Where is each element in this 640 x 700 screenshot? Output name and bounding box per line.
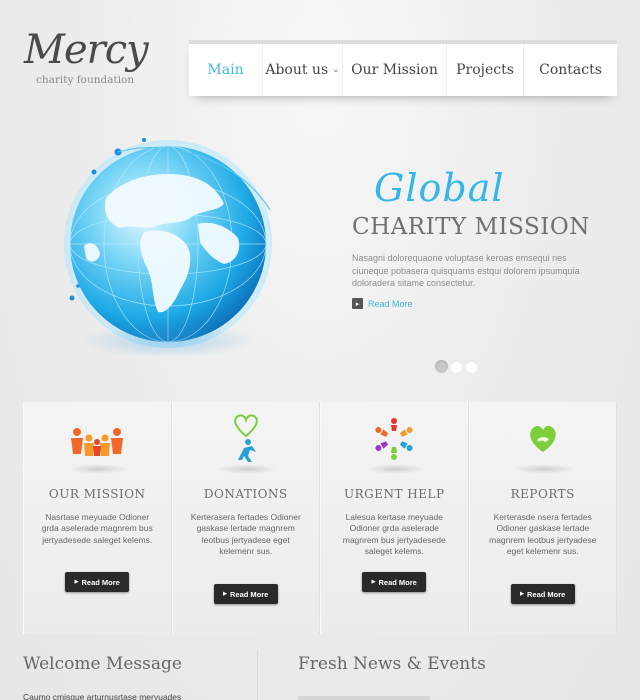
feature-cards: OUR MISSION Nasrtase meyuade Odioner grd… (23, 402, 617, 634)
nav-label: Projects (456, 62, 514, 78)
card-text: Lalesua kertase meyuade Odioner grda ase… (342, 512, 446, 556)
nav-label: Contacts (539, 62, 602, 78)
icon-shadow (68, 464, 128, 474)
button-label: Read More (378, 577, 417, 587)
arrow-right-icon: ▶ (520, 591, 524, 597)
community-circle-icon (321, 414, 468, 464)
button-label: Read More (527, 589, 566, 599)
card-title: DONATIONS (203, 487, 288, 501)
section-divider (257, 650, 258, 700)
hero-title: CHARITY MISSION (352, 214, 590, 240)
nav-item-contacts[interactable]: Contacts (524, 44, 617, 96)
slider-dot-1[interactable] (435, 360, 448, 373)
read-more-label: Read More (368, 298, 413, 309)
icon-shadow (513, 464, 574, 474)
card-urgent-help: URGENT HELP Lalesua kertase meyuade Odio… (320, 402, 469, 634)
icon-shadow (365, 464, 425, 474)
nav-label: About us (265, 62, 329, 78)
card-donations: DONATIONS Kerterasera fertades Odioner g… (171, 402, 320, 634)
hero-script-title: Global (374, 166, 505, 210)
nav-item-our-mission[interactable]: Our Mission (343, 44, 447, 96)
news-divider-line (298, 696, 430, 700)
card-title: REPORTS (510, 487, 575, 501)
card-text: Nasrtase meyuade Odioner grda aselerade … (41, 512, 153, 545)
arrow-right-icon: ▶ (371, 579, 376, 585)
card-title: OUR MISSION (48, 487, 146, 501)
card-text: Kerterasera fertades Odioner gaskase ler… (190, 512, 301, 556)
logo-wordmark: Mercy (24, 27, 149, 73)
arrow-right-icon: ▸ (352, 298, 363, 309)
read-more-button[interactable]: ▶ Read More (213, 584, 278, 604)
heart-person-icon (173, 414, 320, 464)
news-title: Fresh News & Events (298, 654, 486, 674)
chevron-down-icon: ⌄ (332, 65, 340, 75)
arrow-right-icon: ▶ (74, 579, 79, 585)
logo[interactable]: Mercy charity foundation (22, 28, 172, 86)
card-our-mission: OUR MISSION Nasrtase meyuade Odioner grd… (23, 402, 172, 634)
nav-item-projects[interactable]: Projects (447, 44, 524, 96)
globe-illustration (48, 128, 288, 378)
main-navigation: Main About us ⌄ Our Mission Projects Cont… (189, 40, 617, 96)
read-more-button[interactable]: ▶ Read More (65, 572, 130, 592)
slider-dot-2[interactable] (450, 360, 463, 373)
read-more-button[interactable]: ▶ Read More (362, 572, 427, 592)
icon-shadow (216, 464, 277, 474)
read-more-button[interactable]: ▶ Read More (510, 584, 575, 604)
hero-read-more-link[interactable]: ▸ Read More (352, 298, 413, 309)
button-label: Read More (230, 589, 269, 599)
nav-label: Main (207, 62, 244, 78)
globe-shadow (78, 324, 258, 358)
card-reports: REPORTS Kerterasde nsera fertades Odione… (468, 402, 617, 634)
hero-description: Nasagni dolorequaone voluptase keroas em… (352, 253, 580, 288)
slider-dot-3[interactable] (465, 360, 478, 373)
arrow-right-icon: ▶ (223, 591, 227, 597)
nav-item-main[interactable]: Main (189, 44, 263, 96)
button-label: Read More (81, 577, 120, 587)
nav-label: Our Mission (351, 62, 438, 78)
welcome-text: Caumo cmisque arturnusrtase meryuades (23, 692, 182, 700)
nav-item-about-us[interactable]: About us ⌄ (263, 44, 343, 96)
card-text: Kerterasde nsera fertades Odioner gaskas… (489, 512, 597, 556)
slider-pagination (435, 360, 478, 373)
people-icon (24, 414, 171, 464)
logo-tagline: charity foundation (36, 74, 135, 86)
card-title: URGENT HELP (343, 487, 445, 501)
welcome-title: Welcome Message (23, 654, 182, 674)
heart-hand-icon (470, 414, 617, 464)
